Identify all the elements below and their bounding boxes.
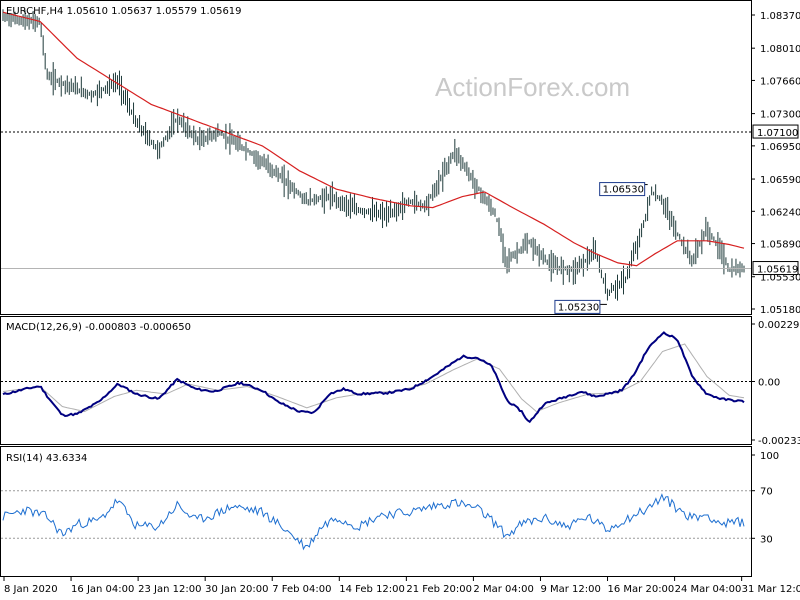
watermark: ActionForex.com <box>435 72 630 102</box>
eurchf-chart: ActionForex.com 1.083701.080101.076601.0… <box>0 0 800 595</box>
rsi-tick-label: 30 <box>760 534 773 545</box>
price-tick-label: 1.05890 <box>760 240 800 251</box>
price-tick-label: 1.08370 <box>760 11 800 22</box>
rsi-tick-label: 70 <box>760 487 773 498</box>
price-tick-label: 1.06950 <box>760 142 800 153</box>
time-tick-label: 30 Jan 20:00 <box>205 584 268 595</box>
time-axis: 8 Jan 2020 16 Jan 04:00 23 Jan 12:00 30 Jan… <box>3 577 800 595</box>
time-tick-label: 8 Jan 2020 <box>4 584 58 595</box>
rsi-tick-label: 100 <box>760 451 779 462</box>
time-tick-label: 24 Mar 04:00 <box>675 584 742 595</box>
last-price-label: 1.05619 <box>757 265 798 276</box>
price-tick-label: 1.05180 <box>760 305 800 316</box>
price-tick-label: 1.07660 <box>760 76 800 87</box>
macd-tick-label: 0.002297 <box>758 320 800 331</box>
resistance-label: 1.07100 <box>757 128 798 139</box>
low-callout-label: 1.05230 <box>558 302 599 313</box>
time-tick-label: 7 Feb 04:00 <box>272 584 331 595</box>
macd-tick-label: 0.00 <box>758 378 780 389</box>
macd-axis: 0.002297 0.00 -0.002336 <box>751 320 800 447</box>
time-tick-label: 23 Jan 12:00 <box>138 584 201 595</box>
high-callout-label: 1.06530 <box>603 185 644 196</box>
price-tick-label: 1.08010 <box>760 44 800 55</box>
macd-panel <box>0 316 752 445</box>
time-tick-label: 9 Mar 12:00 <box>540 584 600 595</box>
price-tick-label: 1.06590 <box>760 175 800 186</box>
instrument-header: EURCHF,H4 1.05610 1.05637 1.05579 1.0561… <box>6 6 242 17</box>
time-tick-label: 31 Mar 12:00 <box>742 584 800 595</box>
time-tick-label: 2 Mar 04:00 <box>473 584 533 595</box>
rsi-axis: 100 70 30 <box>751 451 779 545</box>
price-axis: 1.08370 1.08010 1.07660 1.07300 1.06950 1.065… <box>751 11 800 316</box>
rsi-header: RSI(14) 43.6334 <box>6 453 87 464</box>
macd-header: MACD(12,26,9) -0.000803 -0.000650 <box>6 322 191 333</box>
price-panel <box>0 0 752 315</box>
time-tick-label: 21 Feb 20:00 <box>406 584 472 595</box>
time-tick-label: 16 Mar 20:00 <box>608 584 675 595</box>
time-tick-label: 14 Feb 12:00 <box>339 584 405 595</box>
price-tick-label: 1.06240 <box>760 207 800 218</box>
time-tick-label: 16 Jan 04:00 <box>71 584 134 595</box>
price-tick-label: 1.07300 <box>760 110 800 121</box>
macd-tick-label: -0.002336 <box>758 436 800 447</box>
